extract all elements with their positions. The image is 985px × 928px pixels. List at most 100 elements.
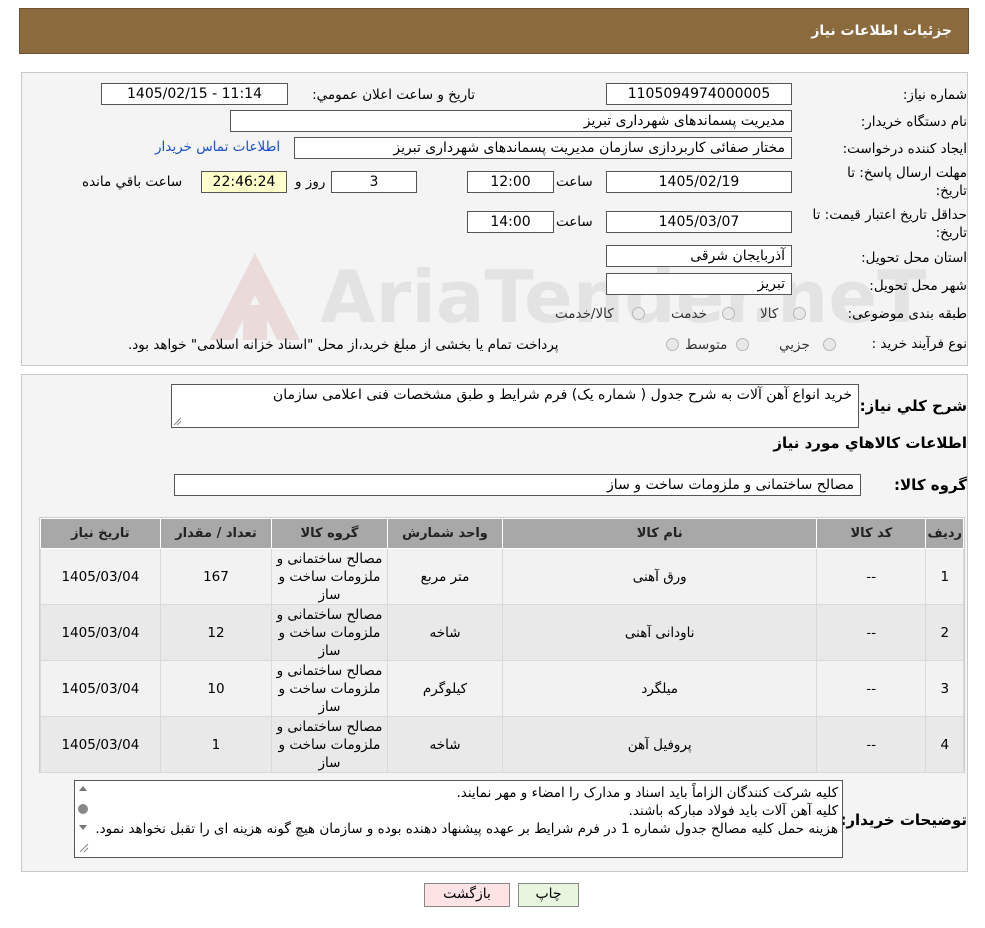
cell-unit: شاخه (386, 604, 504, 661)
category-radio-service[interactable] (722, 307, 735, 320)
validity-time-field: 14:00 (467, 211, 554, 233)
cell-group: مصالح ساختمانی و ملزومات ساخت و ساز (271, 548, 388, 605)
buyer-note-line: هزینه حمل کلیه مصالح جدول شماره 1 در فرم… (95, 821, 838, 837)
description-field: خرید انواع آهن آلات به شرح جدول ( شماره … (171, 384, 859, 428)
cell-unit: شاخه (386, 716, 504, 773)
cell-name: ناودانی آهنی (502, 604, 818, 661)
announce-datetime-field: 1405/02/15 - 11:14 (101, 83, 288, 105)
items-table: رديف کد کالا نام کالا واحد شمارش گروه کا… (40, 518, 964, 773)
remaining-label: ساعت باقي مانده (82, 174, 183, 190)
deadline-time-label: ساعت (556, 174, 593, 190)
col-header-name: نام کالا (502, 518, 818, 549)
cell-group: مصالح ساختمانی و ملزومات ساخت و ساز (271, 716, 388, 773)
table-header-row: رديف کد کالا نام کالا واحد شمارش گروه کا… (40, 518, 964, 549)
buyer-contact-link[interactable]: اطلاعات تماس خريدار (155, 139, 280, 155)
print-button[interactable]: چاپ (518, 883, 579, 907)
cell-qty: 1 (159, 716, 273, 773)
cell-group: مصالح ساختمانی و ملزومات ساخت و ساز (271, 604, 388, 661)
cell-idx: 1 (925, 548, 964, 605)
goods-group-field: مصالح ساختمانی و ملزومات ساخت و ساز (174, 474, 861, 496)
cell-group: مصالح ساختمانی و ملزومات ساخت و ساز (271, 660, 388, 717)
deadline-label: مهلت ارسال پاسخ: تا تاریخ: (847, 165, 967, 199)
buyer-notes-label: توضيحات خريدار: (840, 811, 967, 829)
category-label: طبقه بندی موضوعی: (847, 306, 967, 322)
creator-field: مختار صفائی کاربردازی سازمان مدیریت پسما… (294, 137, 792, 159)
cell-date: 1405/03/04 (40, 716, 161, 773)
col-header-qty: تعداد / مقدار (159, 518, 273, 549)
description-label: شرح کلي نياز: (859, 397, 967, 415)
city-field: تبریز (606, 273, 792, 295)
need-number-field: 1105094974000005 (606, 83, 792, 105)
col-header-idx: رديف (925, 518, 964, 549)
resize-grip-icon[interactable] (173, 417, 182, 426)
cell-date: 1405/03/04 (40, 660, 161, 717)
cell-code: -- (816, 660, 927, 717)
watermark-text: AriaTender.neT (320, 255, 927, 339)
validity-time-label: ساعت (556, 214, 593, 230)
cell-unit: کیلوگرم (386, 660, 504, 717)
cell-qty: 10 (159, 660, 273, 717)
table-row[interactable]: 4 -- پروفیل آهن شاخه مصالح ساختمانی و مل… (40, 716, 964, 773)
page-header: جزئیات اطلاعات نیاز (19, 8, 969, 54)
buyer-org-label: نام دستگاه خريدار: (860, 114, 967, 130)
category-radio-goods[interactable] (793, 307, 806, 320)
page-title: جزئیات اطلاعات نیاز (811, 23, 952, 39)
process-note: پرداخت تمام یا بخشی از مبلغ خرید،از محل … (128, 337, 559, 353)
deadline-date-field: 1405/02/19 (606, 171, 792, 193)
cell-idx: 3 (925, 660, 964, 717)
process-option-minor: جزيي (779, 337, 810, 353)
remaining-time-field: 22:46:24 (201, 171, 287, 193)
cell-name: ورق آهنی (502, 548, 818, 605)
process-radio-minor[interactable] (823, 338, 836, 351)
category-option-goods-service: کالا/خدمت (555, 306, 614, 322)
cell-name: میلگرد (502, 660, 818, 717)
buyer-note-line: کلیه آهن آلات باید فولاد مبارکه باشند. (628, 803, 838, 819)
cell-unit: متر مربع (386, 548, 504, 605)
validity-date-field: 1405/03/07 (606, 211, 792, 233)
validity-label: حداقل تاریخ اعتبار قیمت: تا تاریخ: (812, 207, 967, 241)
cell-idx: 2 (925, 604, 964, 661)
creator-label: ايجاد کننده درخواست: (842, 141, 967, 157)
deadline-time-field: 12:00 (467, 171, 554, 193)
notes-scrollbar[interactable] (76, 782, 90, 856)
items-table-container: رديف کد کالا نام کالا واحد شمارش گروه کا… (39, 517, 965, 773)
need-number-label: شماره نیاز: (902, 87, 967, 103)
cell-code: -- (816, 548, 927, 605)
scroll-up-icon[interactable] (79, 786, 87, 791)
goods-group-label: گروه کالا: (894, 476, 967, 494)
announce-label: تاریخ و ساعت اعلان عمومي: (312, 87, 475, 103)
table-row[interactable]: 1 -- ورق آهنی متر مربع مصالح ساختمانی و … (40, 548, 964, 605)
process-radio-treasury[interactable] (666, 338, 679, 351)
table-row[interactable]: 2 -- ناودانی آهنی شاخه مصالح ساختمانی و … (40, 604, 964, 661)
process-option-medium: متوسط (685, 337, 728, 353)
days-field: 3 (331, 171, 417, 193)
buyer-note-line: کلیه شرکت کنندگان الزاماً باید اسناد و م… (456, 785, 838, 801)
category-option-service: خدمت (671, 306, 707, 322)
city-label: شهر محل تحويل: (869, 278, 967, 294)
back-button[interactable]: بازگشت (424, 883, 510, 907)
buyer-notes-field[interactable]: کلیه شرکت کنندگان الزاماً باید اسناد و م… (74, 780, 843, 858)
scroll-down-icon[interactable] (79, 825, 87, 830)
province-field: آذربایجان شرقی (606, 245, 792, 267)
cell-idx: 4 (925, 716, 964, 773)
category-option-goods: کالا (760, 306, 779, 322)
process-label: نوع فرآيند خريد : (871, 336, 967, 352)
cell-qty: 12 (159, 604, 273, 661)
days-label: روز و (295, 174, 326, 190)
cell-code: -- (816, 604, 927, 661)
cell-name: پروفیل آهن (502, 716, 818, 773)
province-label: استان محل تحويل: (861, 250, 967, 266)
col-header-date: تاریخ نیاز (40, 518, 161, 549)
table-row[interactable]: 3 -- میلگرد کیلوگرم مصالح ساختمانی و ملز… (40, 660, 964, 717)
category-radio-goods-service[interactable] (632, 307, 645, 320)
cell-qty: 167 (159, 548, 273, 605)
col-header-group: گروه کالا (271, 518, 388, 549)
resize-grip-icon[interactable] (79, 843, 89, 853)
process-radio-medium[interactable] (736, 338, 749, 351)
cell-code: -- (816, 716, 927, 773)
scroll-thumb-icon[interactable] (78, 804, 88, 814)
buyer-org-field: مدیریت پسماندهای شهرداری تبریز (230, 110, 792, 132)
cell-date: 1405/03/04 (40, 548, 161, 605)
col-header-unit: واحد شمارش (386, 518, 504, 549)
col-header-code: کد کالا (816, 518, 927, 549)
